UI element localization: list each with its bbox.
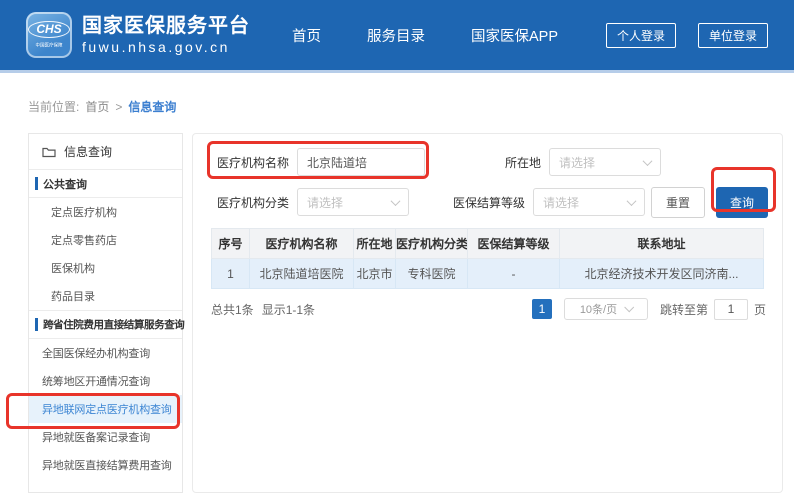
sidebar-group-cross-province: 全国医保经办机构查询 统筹地区开通情况查询 异地联网定点医疗机构查询 异地就医备…	[29, 339, 182, 479]
cell-location: 北京市	[354, 259, 396, 289]
sidebar-item-designated-retail-pharmacies[interactable]: 定点零售药店	[29, 226, 182, 254]
sidebar-item-designated-medical-institutions[interactable]: 定点医疗机构	[29, 198, 182, 226]
col-contact-address: 联系地址	[560, 229, 764, 259]
settlement-level-placeholder: 请选择	[543, 194, 579, 211]
breadcrumb-current[interactable]: 信息查询	[128, 98, 176, 115]
chevron-down-icon	[624, 302, 634, 312]
nav-medical-insurance-app[interactable]: 国家医保APP	[471, 25, 558, 46]
section-label: 跨省住院费用直接结算服务查询	[43, 317, 184, 332]
sidebar-item-national-agency-query[interactable]: 全国医保经办机构查询	[29, 339, 182, 367]
section-accent-bar	[35, 177, 38, 190]
chevron-down-icon	[391, 196, 401, 206]
form-buttons: 重置 查询	[651, 187, 768, 218]
breadcrumb-home[interactable]: 首页	[85, 98, 109, 115]
sidebar-title[interactable]: 信息查询	[29, 134, 182, 170]
sidebar-group-public: 定点医疗机构 定点零售药店 医保机构 药品目录	[29, 198, 182, 311]
col-institution-name: 医疗机构名称	[250, 229, 354, 259]
jump-page-input[interactable]	[714, 299, 748, 320]
sidebar-section-public-query: 公共查询	[29, 170, 182, 198]
sidebar-item-remote-filing-record-query[interactable]: 异地就医备案记录查询	[29, 423, 182, 451]
sidebar-section-cross-province-settlement: 跨省住院费用直接结算服务查询	[29, 311, 182, 339]
breadcrumb-prefix: 当前位置:	[28, 98, 79, 115]
nav-service-catalog[interactable]: 服务目录	[367, 25, 425, 46]
showing-range: 显示1-1条	[262, 301, 315, 318]
page-jump: 跳转至第 页	[660, 299, 766, 320]
page-size-value: 10条/页	[580, 301, 617, 317]
section-label: 公共查询	[43, 176, 87, 192]
location-select[interactable]: 请选择	[549, 148, 661, 176]
cell-institution-name: 北京陆道培医院	[250, 259, 354, 289]
col-index: 序号	[212, 229, 250, 259]
sidebar-item-medical-insurance-agencies[interactable]: 医保机构	[29, 254, 182, 282]
page-size-select[interactable]: 10条/页	[564, 298, 648, 320]
jump-prefix: 跳转至第	[660, 301, 708, 318]
sidebar-item-region-activation-query[interactable]: 统筹地区开通情况查询	[29, 367, 182, 395]
pagination-summary: 总共1条 显示1-1条	[211, 301, 315, 318]
nav-home[interactable]: 首页	[292, 25, 321, 46]
personal-login-button[interactable]: 个人登录	[606, 23, 676, 48]
col-location: 所在地	[354, 229, 396, 259]
folder-icon	[42, 146, 56, 158]
institution-type-select[interactable]: 请选择	[297, 188, 409, 216]
sidebar: 信息查询 公共查询 定点医疗机构 定点零售药店 医保机构 药品目录 跨省住院费用…	[28, 133, 183, 493]
site-domain: fuwu.nhsa.gov.cn	[82, 38, 250, 56]
institution-type-placeholder: 请选择	[307, 194, 343, 211]
cell-index: 1	[212, 259, 250, 289]
institution-type-label: 医疗机构分类	[211, 194, 289, 211]
form-row-1: 医疗机构名称 所在地 请选择	[211, 148, 768, 176]
cell-contact-address: 北京经济技术开发区同济南...	[560, 259, 764, 289]
settlement-level-label: 医保结算等级	[437, 194, 525, 211]
settlement-level-select[interactable]: 请选择	[533, 188, 645, 216]
site-logo[interactable]: CHS 中国医疗保障 国家医保服务平台 fuwu.nhsa.gov.cn	[26, 12, 250, 58]
sidebar-item-remote-networked-institution-query[interactable]: 异地联网定点医疗机构查询	[29, 395, 182, 423]
header-actions: 个人登录 单位登录	[606, 23, 768, 48]
main-nav: 首页 服务目录 国家医保APP	[292, 25, 558, 46]
chevron-down-icon	[643, 156, 653, 166]
breadcrumb-separator: >	[115, 100, 122, 114]
search-button[interactable]: 查询	[716, 187, 768, 218]
logo-text: 国家医保服务平台 fuwu.nhsa.gov.cn	[82, 14, 250, 56]
unit-login-button[interactable]: 单位登录	[698, 23, 768, 48]
breadcrumb: 当前位置: 首页 > 信息查询	[28, 98, 176, 115]
pagination: 总共1条 显示1-1条 1 10条/页 跳转至第 页	[211, 298, 766, 320]
cell-settlement-level: -	[468, 259, 560, 289]
main-panel: 医疗机构名称 所在地 请选择 医疗机构分类 请选择 医保结算等级 请选择 重置 …	[192, 133, 783, 493]
reset-button[interactable]: 重置	[651, 187, 705, 218]
header: CHS 中国医疗保障 国家医保服务平台 fuwu.nhsa.gov.cn 首页 …	[0, 0, 794, 73]
sidebar-item-remote-settlement-expense-query[interactable]: 异地就医直接结算费用查询	[29, 451, 182, 479]
chevron-down-icon	[627, 196, 637, 206]
page-number-button[interactable]: 1	[532, 299, 552, 319]
section-accent-bar	[35, 318, 38, 331]
chs-logo-icon: CHS 中国医疗保障	[26, 12, 72, 58]
results-table: 序号 医疗机构名称 所在地 医疗机构分类 医保结算等级 联系地址 1 北京陆道培…	[211, 228, 764, 289]
location-select-placeholder: 请选择	[559, 154, 595, 171]
location-label: 所在地	[453, 154, 541, 171]
search-form: 医疗机构名称 所在地 请选择 医疗机构分类 请选择 医保结算等级 请选择 重置 …	[193, 134, 782, 216]
hospital-name-label: 医疗机构名称	[211, 154, 289, 171]
col-institution-type: 医疗机构分类	[396, 229, 468, 259]
total-count: 总共1条	[211, 301, 254, 318]
site-title: 国家医保服务平台	[82, 14, 250, 38]
chs-logo-subtext: 中国医疗保障	[35, 41, 62, 48]
col-settlement-level: 医保结算等级	[468, 229, 560, 259]
form-row-2: 医疗机构分类 请选择 医保结算等级 请选择 重置 查询	[211, 188, 768, 216]
sidebar-title-label: 信息查询	[64, 143, 112, 160]
table-header-row: 序号 医疗机构名称 所在地 医疗机构分类 医保结算等级 联系地址	[212, 229, 764, 259]
pagination-controls: 1 10条/页 跳转至第 页	[532, 298, 766, 320]
cell-institution-type: 专科医院	[396, 259, 468, 289]
hospital-name-input[interactable]	[297, 148, 425, 176]
jump-suffix: 页	[754, 301, 766, 318]
table-row[interactable]: 1 北京陆道培医院 北京市 专科医院 - 北京经济技术开发区同济南...	[212, 259, 764, 289]
sidebar-item-drug-catalog[interactable]: 药品目录	[29, 282, 182, 310]
chs-logo-text: CHS	[28, 21, 69, 38]
